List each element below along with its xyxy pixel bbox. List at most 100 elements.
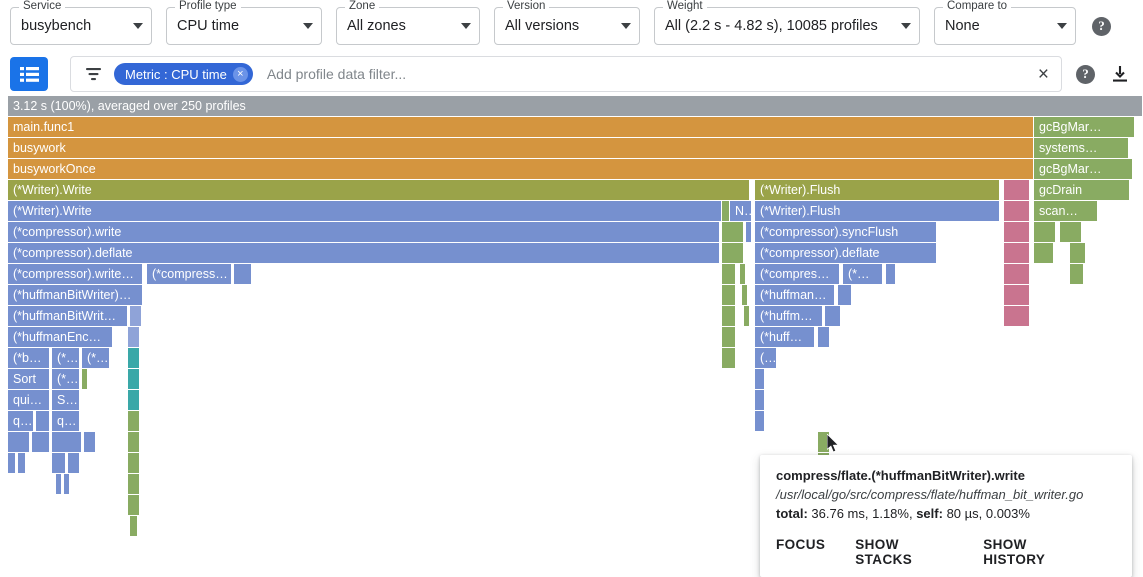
flame-frame[interactable]: gcBgMar… [1034,117,1135,138]
flame-frame[interactable] [1004,306,1030,327]
flame-frame[interactable] [82,369,88,390]
zone-select[interactable]: Zone All zones [336,0,480,45]
flame-frame[interactable]: (*… [52,369,80,390]
flame-frame[interactable] [68,453,80,474]
flame-frame[interactable] [1034,243,1054,264]
version-select[interactable]: Version All versions [494,0,640,45]
flame-frame[interactable]: (*compressor).syncFlush [755,222,937,243]
flame-frame[interactable]: gcBgMar… [1034,159,1133,180]
focus-button[interactable]: FOCUS [776,537,825,567]
flame-frame[interactable]: (*huffmanBitWrit… [8,306,128,327]
flame-frame[interactable]: scan… [1034,201,1098,222]
flame-frame[interactable] [755,369,765,390]
flame-frame[interactable] [722,306,736,327]
flame-frame[interactable] [84,432,96,453]
flame-frame[interactable] [1004,201,1030,222]
flame-frame[interactable] [128,327,140,348]
flame-frame[interactable] [722,201,730,222]
show-history-button[interactable]: SHOW HISTORY [983,537,1086,567]
flame-frame[interactable]: (*Writer).Write [8,201,722,222]
flame-frame[interactable] [722,285,736,306]
weight-select[interactable]: Weight All (2.2 s - 4.82 s), 10085 profi… [654,0,920,45]
flame-frame[interactable] [818,327,830,348]
flame-frame[interactable] [722,348,736,369]
service-select[interactable]: Service busybench [10,0,152,45]
flame-frame[interactable] [722,243,744,264]
flame-frame[interactable]: qui… [8,390,50,411]
flame-frame[interactable]: Sort [8,369,50,390]
show-stacks-button[interactable]: SHOW STACKS [855,537,953,567]
flame-frame[interactable]: q… [52,411,80,432]
flame-frame[interactable] [740,264,746,285]
flame-frame[interactable] [755,390,765,411]
flame-frame[interactable] [128,390,140,411]
flame-frame[interactable] [1070,243,1086,264]
flame-frame[interactable]: q… [8,411,34,432]
flame-frame[interactable] [1004,264,1030,285]
flame-frame[interactable] [838,285,852,306]
flame-frame[interactable] [1004,243,1030,264]
flame-frame[interactable]: (*huffmanEnc… [8,327,113,348]
flame-frame[interactable] [722,222,744,243]
flame-root-row[interactable]: 3.12 s (100%), averaged over 250 profile… [8,96,1143,117]
flame-frame[interactable] [32,432,50,453]
flame-frame[interactable] [128,348,140,369]
flame-frame[interactable]: (*Writer).Flush [755,201,1000,222]
metric-filter-chip[interactable]: Metric : CPU time × [114,63,253,85]
flame-frame[interactable]: S… [52,390,80,411]
flame-frame[interactable]: N… [730,201,752,222]
flame-frame[interactable]: (*compressor).write… [8,264,143,285]
flame-frame[interactable] [8,453,16,474]
flame-frame[interactable] [36,411,50,432]
flame-frame[interactable] [1004,180,1030,201]
flame-frame[interactable] [18,453,26,474]
flame-frame[interactable] [746,222,752,243]
flame-frame[interactable] [128,474,140,495]
download-icon[interactable] [1111,65,1129,83]
flame-frame[interactable]: (*compressor).deflate [8,243,720,264]
flame-frame[interactable] [128,432,140,453]
flame-frame[interactable]: (*… [843,264,883,285]
help-icon[interactable]: ? [1092,16,1111,36]
remove-filter-icon[interactable]: × [232,66,248,82]
flame-frame[interactable] [64,474,70,495]
flame-frame[interactable] [1004,222,1030,243]
flame-frame[interactable] [1004,285,1030,306]
flame-frame[interactable] [128,369,140,390]
flame-frame[interactable]: (*b… [8,348,50,369]
clear-filters-icon[interactable]: × [1038,65,1055,84]
flame-frame[interactable] [755,411,765,432]
filter-placeholder[interactable]: Add profile data filter... [267,66,406,82]
flame-frame[interactable]: (*compress… [147,264,232,285]
flame-frame[interactable] [56,474,62,495]
flame-frame[interactable] [742,285,748,306]
list-view-button[interactable] [10,57,48,91]
flame-frame[interactable]: (… [755,348,777,369]
flame-frame[interactable] [722,327,736,348]
flame-frame[interactable] [1070,264,1084,285]
flame-frame[interactable] [130,306,142,327]
flame-frame[interactable] [234,264,252,285]
filter-input-container[interactable]: Metric : CPU time × Add profile data fil… [70,56,1062,92]
flame-frame[interactable]: (*Writer).Write [8,180,750,201]
flame-frame[interactable] [130,516,138,537]
filter-help-icon[interactable]: ? [1076,64,1095,84]
flame-frame[interactable]: gcDrain [1034,180,1130,201]
flame-frame[interactable]: (*… [52,348,80,369]
flame-frame[interactable]: busywork [8,138,1034,159]
flame-frame[interactable] [52,453,66,474]
flame-frame[interactable]: (*huffmanBitWriter)… [8,285,143,306]
flame-frame[interactable]: (*huff… [755,327,815,348]
flame-frame[interactable] [52,432,82,453]
flame-frame[interactable]: (*huffm… [755,306,823,327]
flame-frame[interactable]: main.func1 [8,117,1034,138]
flame-frame[interactable] [8,432,30,453]
flame-frame[interactable]: (*compres… [755,264,840,285]
profile-type-select[interactable]: Profile type CPU time [166,0,322,45]
flame-frame[interactable]: (*compressor).deflate [755,243,937,264]
flame-frame[interactable]: (*Writer).Flush [755,180,1000,201]
flame-frame[interactable]: (*huffman… [755,285,835,306]
flame-frame[interactable] [722,264,736,285]
flame-frame[interactable]: busyworkOnce [8,159,1034,180]
flamegraph[interactable]: 3.12 s (100%), averaged over 250 profile… [0,96,1143,577]
